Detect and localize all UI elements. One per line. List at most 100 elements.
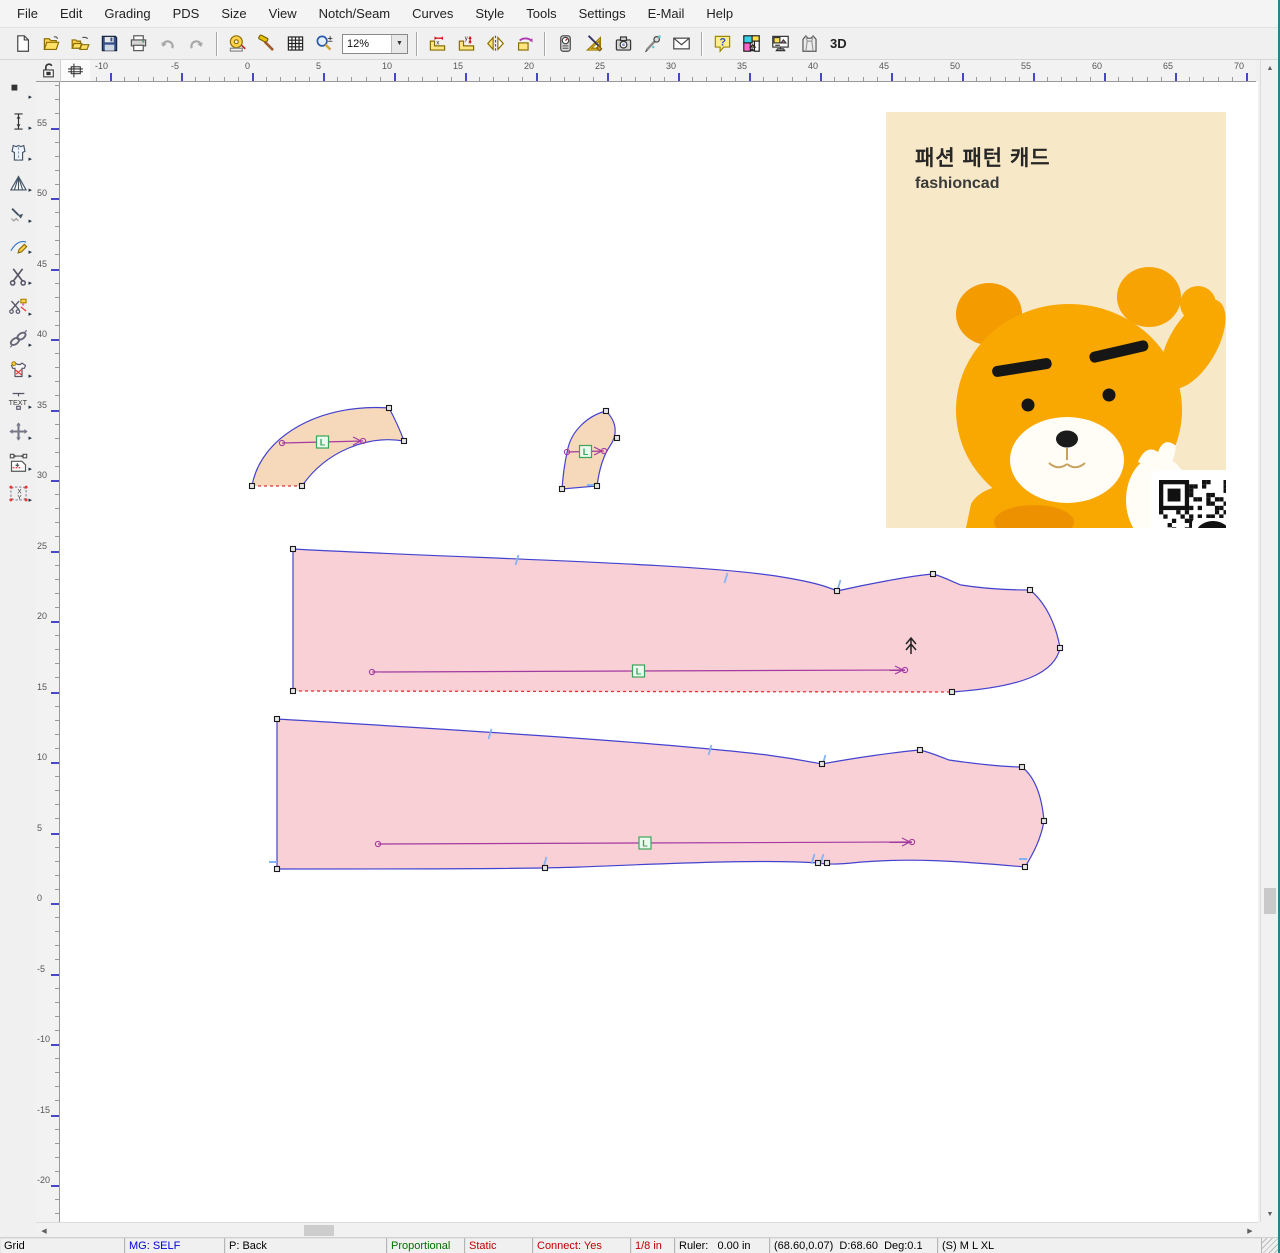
- open-multiple-button[interactable]: [67, 31, 94, 57]
- menu-grading[interactable]: Grading: [93, 2, 161, 25]
- ruler-label: 35: [37, 400, 47, 410]
- rotate-icon: [515, 34, 534, 53]
- ruler-tick: [51, 903, 59, 905]
- select-tool[interactable]: ▸: [3, 76, 33, 105]
- horizontal-scroll-thumb[interactable]: [304, 1225, 334, 1236]
- ruler-tick: [593, 77, 594, 81]
- mirror-button[interactable]: [482, 31, 509, 57]
- vertical-scrollbar[interactable]: ▲ ▼: [1260, 60, 1278, 1222]
- fashioncad-window: FileEditGradingPDSSizeViewNotch/SeamCurv…: [0, 0, 1280, 1253]
- new-document-button[interactable]: [9, 31, 36, 57]
- open-button[interactable]: [38, 31, 65, 57]
- menu-tools[interactable]: Tools: [515, 2, 567, 25]
- scissors-tool[interactable]: ▸: [3, 262, 33, 291]
- scroll-right-arrow[interactable]: ▶: [1242, 1223, 1258, 1238]
- copy-offset-tool[interactable]: ▸: [3, 448, 33, 477]
- flyout-arrow-icon: ▸: [28, 373, 32, 380]
- email-button[interactable]: [668, 31, 695, 57]
- ruler-tick: [280, 77, 281, 81]
- page-setup-icon: [67, 62, 84, 79]
- scroll-left-arrow[interactable]: ◀: [36, 1223, 52, 1238]
- menu-email[interactable]: E-Mail: [637, 2, 696, 25]
- horizontal-scrollbar[interactable]: ◀ ▶: [36, 1222, 1258, 1237]
- curve-pencil-tool[interactable]: ▸: [3, 231, 33, 260]
- scale-xy-tool[interactable]: XY▸: [3, 479, 33, 508]
- grid-table-button[interactable]: [282, 31, 309, 57]
- zoom-level-select[interactable]: 12%▼: [342, 34, 408, 54]
- cut-piece-tool[interactable]: ▸: [3, 293, 33, 322]
- menu-size[interactable]: Size: [210, 2, 257, 25]
- svg-text:L: L: [583, 447, 589, 457]
- ruler-label: 40: [808, 61, 820, 71]
- marker-layout-button[interactable]: [738, 31, 765, 57]
- camera-button[interactable]: [610, 31, 637, 57]
- save-button[interactable]: [96, 31, 123, 57]
- menu-edit[interactable]: Edit: [49, 2, 93, 25]
- vertical-scroll-thumb[interactable]: [1264, 888, 1276, 914]
- menu-curves[interactable]: Curves: [401, 2, 464, 25]
- ruler-tick: [650, 77, 651, 81]
- ruler-label: 30: [37, 470, 47, 480]
- menu-help[interactable]: Help: [695, 2, 744, 25]
- ruler-lock-button[interactable]: [36, 60, 60, 82]
- move-tool[interactable]: ▸: [3, 417, 33, 446]
- zoom-icon: ±: [315, 34, 334, 53]
- redo-button[interactable]: [183, 31, 210, 57]
- gauge-button[interactable]: [552, 31, 579, 57]
- resize-grip[interactable]: [1262, 1238, 1278, 1253]
- ruler-panel: Ruler: 0.00 in: [675, 1238, 770, 1253]
- ruler-tick: [550, 77, 551, 81]
- display-pattern-button[interactable]: [767, 31, 794, 57]
- ruler-tick: [55, 522, 59, 523]
- menu-style[interactable]: Style: [464, 2, 515, 25]
- dropdown-arrow-icon[interactable]: ▼: [391, 35, 407, 53]
- scroll-up-arrow[interactable]: ▲: [1261, 60, 1279, 76]
- ruler-tick: [408, 77, 409, 81]
- help-button[interactable]: ?: [709, 31, 736, 57]
- ruler-tick: [55, 804, 59, 805]
- zoom-button[interactable]: ±: [311, 31, 338, 57]
- measure-tape-button[interactable]: [224, 31, 251, 57]
- ruler-tick: [55, 1171, 59, 1172]
- help-icon: ?: [713, 34, 732, 53]
- ruler-tick: [1218, 77, 1219, 81]
- set-square-button[interactable]: [581, 31, 608, 57]
- ruler-tick: [55, 99, 59, 100]
- link-tool[interactable]: ▸: [3, 324, 33, 353]
- ruler-tick: [55, 706, 59, 707]
- garment-3d-button[interactable]: [796, 31, 823, 57]
- notch-tool[interactable]: ▸: [3, 200, 33, 229]
- ruler-tick: [55, 85, 59, 86]
- page-setup-button[interactable]: [60, 60, 90, 82]
- menu-pds[interactable]: PDS: [162, 2, 211, 25]
- static-panel: Static: [465, 1238, 533, 1253]
- canvas[interactable]: LLLL 패션 패턴 캐드 fashioncad: [60, 82, 1258, 1222]
- scroll-down-arrow[interactable]: ▼: [1261, 1206, 1279, 1222]
- ruler-tick: [55, 1157, 59, 1158]
- menu-notch-seam[interactable]: Notch/Seam: [308, 2, 402, 25]
- menu-settings[interactable]: Settings: [568, 2, 637, 25]
- text-tool[interactable]: TEXT▸: [3, 386, 33, 415]
- print-button[interactable]: [125, 31, 152, 57]
- ruler-tick: [55, 508, 59, 509]
- ruler-tick: [749, 73, 751, 81]
- 3d-mode-button[interactable]: 3D: [830, 36, 847, 51]
- ruler-label: 45: [37, 259, 47, 269]
- rotate-button[interactable]: [511, 31, 538, 57]
- flare-tool[interactable]: ▸: [3, 169, 33, 198]
- flip-x-button[interactable]: x: [424, 31, 451, 57]
- pattern-piece-tool[interactable]: ▸: [3, 138, 33, 167]
- menu-view[interactable]: View: [258, 2, 308, 25]
- digitizer-button[interactable]: [639, 31, 666, 57]
- hammer-button[interactable]: [253, 31, 280, 57]
- garment-check-tool[interactable]: ▸: [3, 355, 33, 384]
- undo-button[interactable]: [154, 31, 181, 57]
- ruler-tick: [51, 621, 59, 623]
- ruler-tick: [55, 381, 59, 382]
- ruler-label: 60: [1092, 61, 1104, 71]
- flip-y-button[interactable]: y: [453, 31, 480, 57]
- measure-line-tool[interactable]: ▸: [3, 107, 33, 136]
- ruler-tick: [820, 73, 822, 81]
- menu-file[interactable]: File: [6, 2, 49, 25]
- ruler-tick: [55, 283, 59, 284]
